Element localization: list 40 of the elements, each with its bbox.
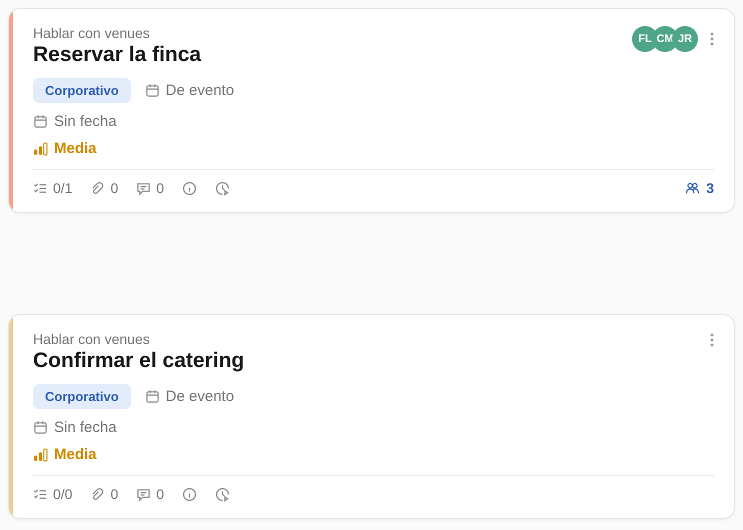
task-title: Reservar la finca [33,42,202,68]
stat-count: 0 [156,180,164,196]
stat-count: 0 [110,486,118,502]
stat-count: 0 [156,486,164,502]
parent-task: Hablar con venues [33,330,150,348]
parent-task: Hablar con venues [33,24,150,42]
clock-play-icon[interactable] [215,180,230,196]
more-icon[interactable] [710,31,714,47]
calendar-icon [33,114,48,129]
task-title: Confirmar el catering [33,348,244,374]
comment-icon [136,486,152,502]
checklist-icon [33,486,48,502]
paperclip-icon [90,180,106,196]
calendar-icon [33,420,48,435]
checklist-icon [33,180,48,196]
info-icon[interactable] [182,486,198,502]
paperclip-icon [90,486,106,502]
tag: Corporativo [33,78,131,103]
due-date: Sin fecha [54,419,117,436]
stat-count: 0/0 [53,486,72,502]
stat-count: 0/1 [53,180,72,196]
calendar-icon [144,389,160,404]
stat-count: 0 [110,180,118,196]
people-icon [685,180,700,196]
priority: Media [54,446,97,463]
priority: Media [54,140,97,157]
clock-play-icon[interactable] [215,486,230,502]
member-count: 3 [706,180,714,196]
due-date: Sin fecha [54,113,117,130]
tag: Corporativo [33,384,131,409]
event-type: De evento [166,82,234,99]
event-type: De evento [166,388,234,405]
info-icon[interactable] [182,180,198,196]
task-card[interactable]: Hablar con venues Confirmar el catering Corporativo De evento Sin fecha Media 0/0 0 0 [8,314,735,519]
more-icon[interactable] [710,332,714,348]
comment-icon [136,180,152,196]
priority-bars-icon [33,447,48,462]
calendar-icon [144,83,160,98]
avatar[interactable]: JR [672,26,698,52]
priority-bars-icon [33,141,48,156]
